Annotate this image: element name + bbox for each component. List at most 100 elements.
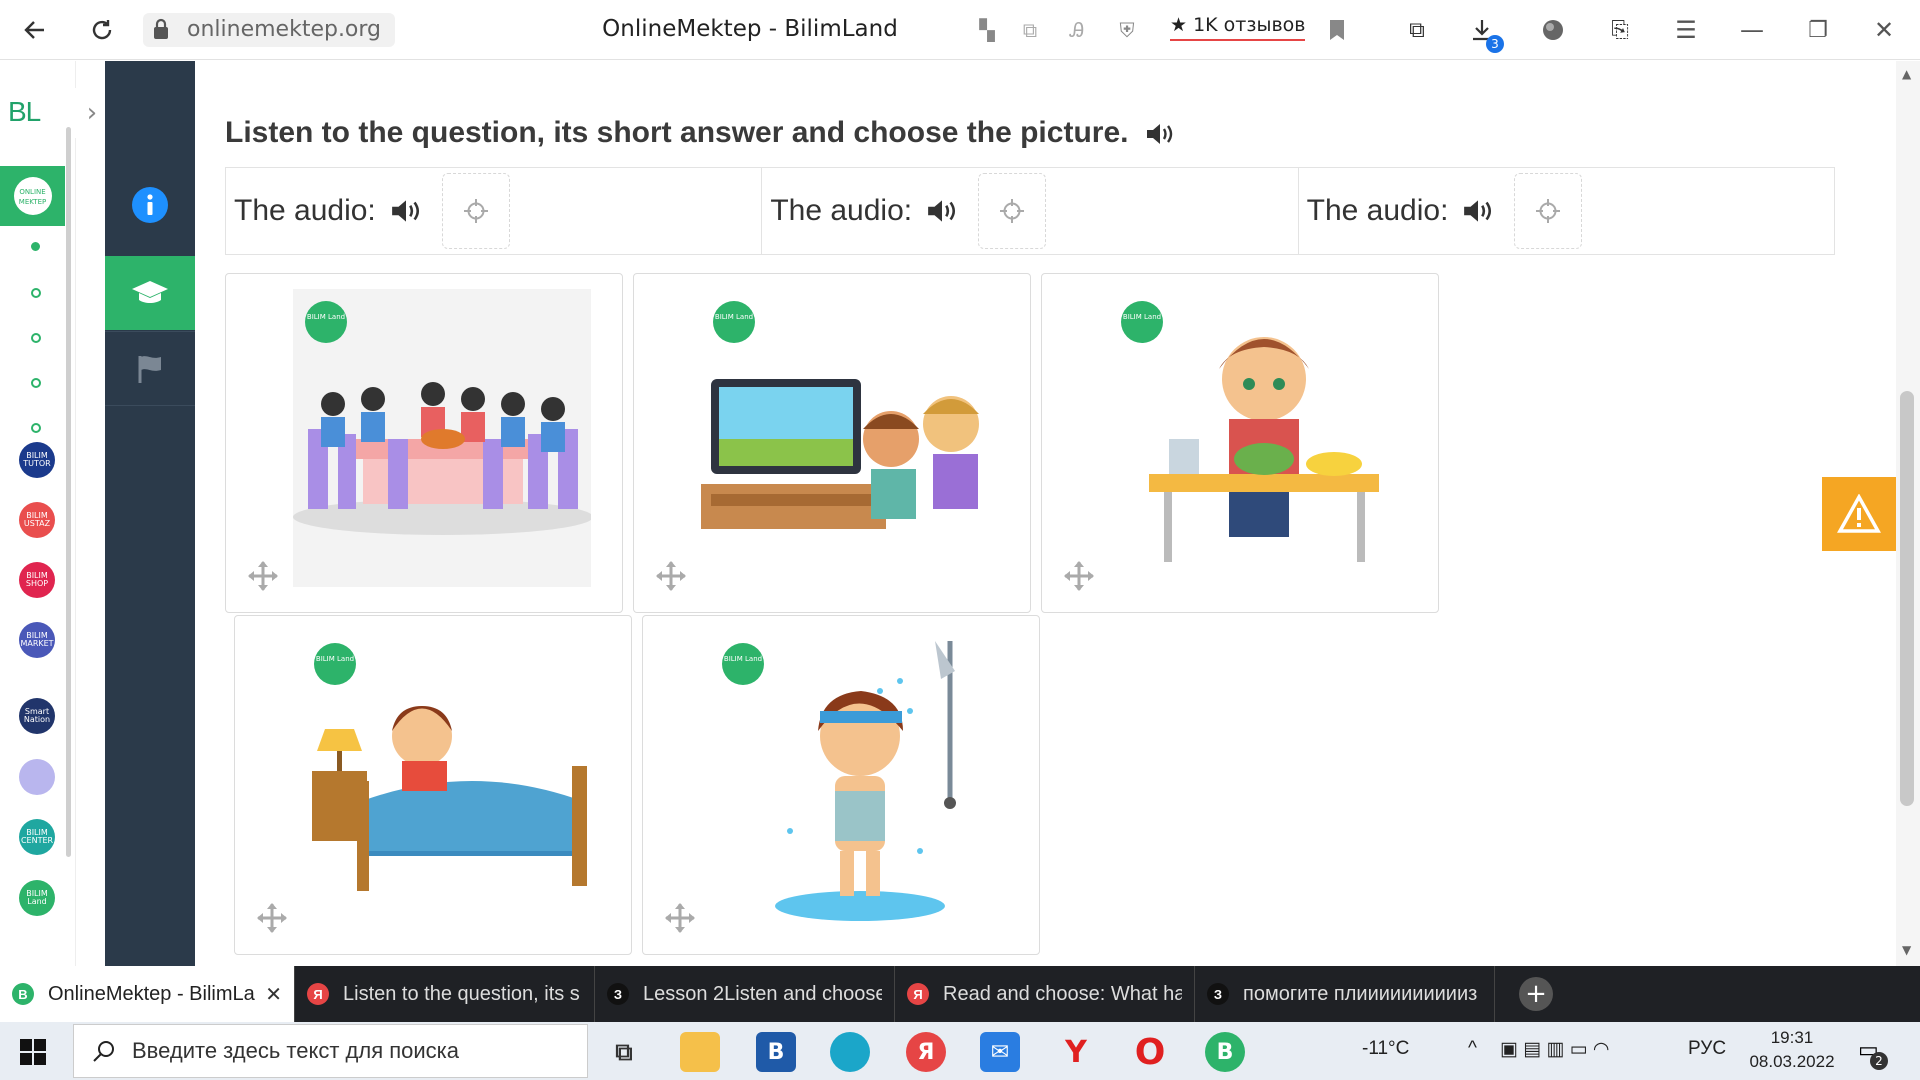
speaker-icon[interactable] [390,197,422,225]
clock[interactable]: 19:31 08.03.2022 [1742,1026,1842,1074]
sidebar-scrollbar[interactable] [66,127,71,857]
move-icon[interactable] [1062,559,1096,593]
nav-dot[interactable] [31,378,41,388]
sidebar-app-icon[interactable] [19,759,55,795]
edge-icon[interactable] [830,1032,870,1072]
drop-slot[interactable] [978,173,1047,249]
bookmark-icon[interactable] [1317,10,1357,50]
sidebar-app-icon[interactable]: BILIM USTAZ [19,502,55,538]
tab-close-icon[interactable]: ✕ [265,982,282,1007]
report-issue-button[interactable] [1822,477,1896,551]
page-scrollbar[interactable]: ▲ ▼ [1896,61,1920,966]
windows-start-icon[interactable] [20,1039,46,1069]
speaker-icon[interactable] [926,197,958,225]
warning-icon [1837,494,1881,533]
clock-date: 08.03.2022 [1749,1052,1835,1071]
tab-label: Lesson 2Listen and choose [643,982,882,1005]
reviews-button[interactable]: ★ 1K отзывов [1170,14,1306,41]
tab-label: Read and choose: What ha [943,982,1182,1005]
drop-slot[interactable] [1514,173,1583,249]
taskbar-search[interactable]: Введите здесь текст для поиска [73,1024,588,1078]
close-icon[interactable]: ✕ [1864,10,1904,50]
nav-dot[interactable] [31,333,41,343]
scrollbar-thumb[interactable] [1900,391,1914,806]
bl-logo[interactable]: BL [8,96,41,128]
yandex-favicon: Я [907,983,929,1005]
move-icon[interactable] [663,901,697,935]
sidebar-app-icon[interactable]: BILIM Land [19,880,55,916]
bilimland-badge: BILIM Land [722,643,764,685]
share-icon[interactable]: ⧉ [1010,10,1050,50]
sidebar-app-icon[interactable]: BILIM MARKET [19,622,55,658]
minimize-icon[interactable]: — [1732,10,1772,50]
language-indicator[interactable]: РУС [1688,1038,1726,1060]
lesson-nav-panel [105,61,195,966]
audio-cell: The audio: [762,168,1299,254]
opera-icon[interactable]: O [1130,1032,1170,1073]
info-tab[interactable] [105,168,195,242]
tab-onlinemektep[interactable]: B OnlineMektep - BilimLand ✕ [0,966,295,1022]
picture-card-family-dinner[interactable]: BILIM Land [225,273,623,613]
question-text: Listen to the question, its short answer… [225,116,1129,149]
new-tab-button[interactable]: + [1519,977,1553,1011]
flag-tab[interactable] [105,331,195,405]
reviews-label: 1K отзывов [1193,14,1306,36]
lesson-content: Listen to the question, its short answer… [195,61,1865,966]
picture-card-watching-tv[interactable]: BILIM Land [633,273,1031,613]
yandex-browser-icon[interactable]: Y [1056,1032,1096,1072]
restore-icon[interactable]: ❐ [1798,10,1838,50]
crosshair-icon [1536,199,1561,223]
file-explorer-icon[interactable] [680,1032,720,1072]
tab-label: помогите плииииииииииз [1243,982,1478,1005]
nav-dot[interactable] [31,288,41,298]
yandex-icon[interactable]: Я [906,1032,946,1072]
tab-lesson-2[interactable]: З Lesson 2Listen and choose [595,966,895,1022]
nav-dot[interactable] [31,423,41,433]
picture-card-eating-salad[interactable]: BILIM Land [1041,273,1439,613]
picture-card-waking-up[interactable]: BILIM Land [234,615,632,955]
protect-icon[interactable]: ⛨ [1107,10,1147,50]
nav-dot[interactable] [31,242,40,251]
vpn-icon[interactable] [1533,10,1573,50]
bookmarks-panel-icon[interactable]: ⎘ [1600,10,1640,50]
move-icon[interactable] [255,901,289,935]
collections-icon[interactable]: ⧉ [1397,10,1437,50]
info-icon [132,187,168,223]
sidebar-app-icon[interactable]: Smart Nation [19,698,55,734]
tab-label: Listen to the question, its s [343,982,580,1005]
crosshair-icon [1000,199,1025,223]
sidebar-app-icon[interactable]: BILIM CENTER [19,819,55,855]
family-dinner-image: BILIM Land [293,289,591,587]
bilimland-favicon: B [12,983,34,1005]
weather-temperature[interactable]: -11°C [1362,1038,1409,1060]
task-view-icon[interactable]: ⧉ [604,1032,644,1072]
tray-chevron-icon[interactable]: ^ [1468,1038,1477,1060]
online-mektep-tile[interactable]: ONLINE MEKTEP [0,166,65,226]
audio-label: The audio: [770,194,913,227]
b-app-icon[interactable]: B [756,1032,796,1072]
move-icon[interactable] [654,559,688,593]
taking-shower-image: BILIM Land [710,631,1008,929]
sidebar-app-icon[interactable]: BILIM SHOP [19,562,55,598]
bilimland-badge: BILIM Land [1121,301,1163,343]
audio-cell: The audio: [226,168,763,254]
picture-card-taking-shower[interactable]: BILIM Land [642,615,1040,955]
move-icon[interactable] [246,559,280,593]
speaker-icon[interactable] [1462,197,1494,225]
menu-icon[interactable]: ☰ [1666,10,1706,50]
translate-icon[interactable]: ▚ [967,10,1007,50]
sidebar-app-icon[interactable]: BILIM TUTOR [19,442,55,478]
reader-icon[interactable]: Ꭿ [1057,10,1097,50]
bilimland-taskbar-icon[interactable]: B [1205,1032,1245,1072]
tab-pomogite[interactable]: З помогите плииииииииииз [1195,966,1495,1022]
mail-icon[interactable]: ✉ [980,1032,1020,1072]
bilimland-badge: BILIM Land [314,643,356,685]
speaker-icon[interactable] [1145,121,1175,147]
tab-listen-question[interactable]: Я Listen to the question, its s [295,966,595,1022]
drop-slot[interactable] [441,173,510,249]
lesson-tab[interactable] [105,256,195,330]
tab-read-and-choose[interactable]: Я Read and choose: What ha [895,966,1195,1022]
flag-icon [138,355,161,383]
search-placeholder: Введите здесь текст для поиска [132,1038,460,1063]
tray-icons[interactable]: ▣ ▤ ▥ ▭ ◠ [1500,1038,1610,1061]
